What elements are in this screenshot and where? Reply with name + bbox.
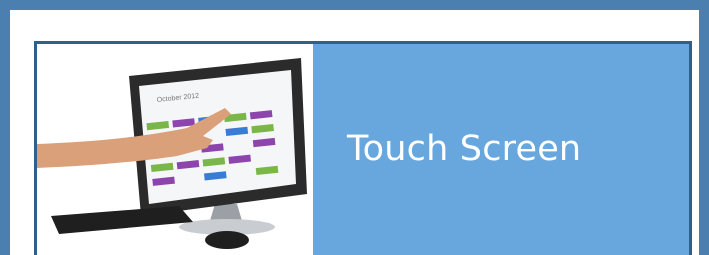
touch-screen-computer-image: October 2012 xyxy=(37,44,313,255)
top-band xyxy=(0,0,709,10)
white-panel: October 2012 Touch Screen xyxy=(10,10,699,255)
keyboard xyxy=(51,206,193,234)
card-title: Touch Screen xyxy=(347,129,582,169)
touch-screen-card: October 2012 Touch Screen xyxy=(34,41,692,255)
touch-screen-computer-icon: October 2012 xyxy=(37,58,307,249)
slide-frame: October 2012 Touch Screen xyxy=(0,0,709,255)
mouse xyxy=(205,231,249,249)
